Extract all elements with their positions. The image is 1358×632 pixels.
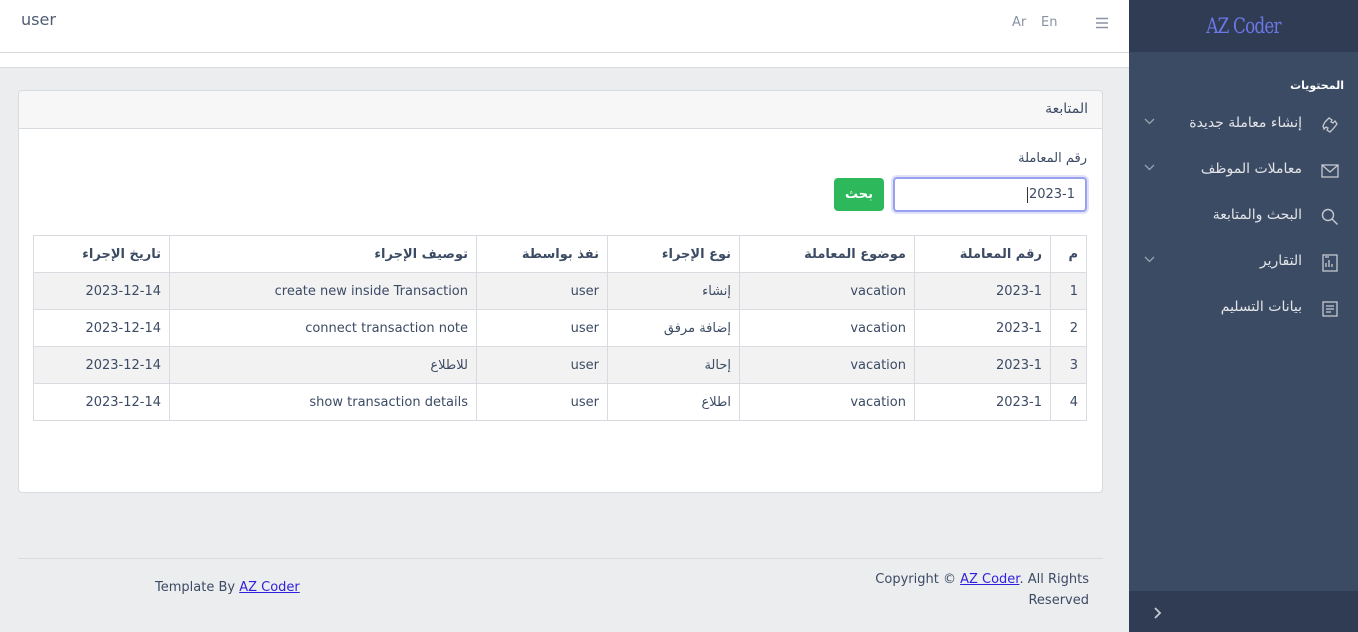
cell: user xyxy=(476,346,608,384)
chevron-down-icon xyxy=(1143,253,1155,265)
cell: 2023-1 xyxy=(914,272,1051,310)
envelope-icon xyxy=(1320,161,1340,181)
copyright-prefix: Copyright © xyxy=(875,572,961,587)
sidebar-item-label: معاملات الموظف xyxy=(1200,161,1302,177)
copyright-suffix: . All Rights Reserved xyxy=(1019,572,1089,608)
copyright: Copyright © AZ Coder. All Rights Reserve… xyxy=(859,569,1089,611)
chevron-down-icon xyxy=(1143,161,1155,173)
transaction-number-input[interactable]: 2023-1 xyxy=(893,177,1087,212)
cell: 2023-12-14 xyxy=(33,272,170,310)
cell: vacation xyxy=(739,346,915,384)
sidebar-item-reports[interactable]: التقارير xyxy=(1129,240,1358,286)
col-header: موضوع المعاملة xyxy=(739,235,915,273)
sidebar-minimizer[interactable] xyxy=(1129,591,1358,632)
brand-logo: AZ Coder xyxy=(1206,14,1281,38)
top-header: user Ar En xyxy=(0,0,1129,53)
cell: للاطلاع xyxy=(169,346,477,384)
table-row: 4 2023-1 vacation اطلاع user show transa… xyxy=(33,383,1087,421)
col-header: م xyxy=(1050,235,1087,273)
col-header: نوع الإجراء xyxy=(607,235,740,273)
sidebar: AZ Coder المحتويات إنشاء معاملة جديدة مع… xyxy=(1129,0,1358,632)
table-row: 3 2023-1 vacation إحالة user للاطلاع 202… xyxy=(33,346,1087,384)
cell: إضافة مرفق xyxy=(607,309,740,347)
cell: 2 xyxy=(1050,309,1087,347)
cell: user xyxy=(476,272,608,310)
cell: 4 xyxy=(1050,383,1087,421)
cell: 2023-12-14 xyxy=(33,383,170,421)
copyright-link[interactable]: AZ Coder xyxy=(960,572,1019,587)
sidebar-item-search-tracking[interactable]: البحث والمتابعة xyxy=(1129,194,1358,240)
chevron-down-icon xyxy=(1143,115,1155,127)
cell: vacation xyxy=(739,272,915,310)
report-icon xyxy=(1320,253,1340,273)
template-prefix: Template By xyxy=(155,580,240,595)
template-link[interactable]: AZ Coder xyxy=(239,580,300,595)
cell: 2023-12-14 xyxy=(33,346,170,384)
brand[interactable]: AZ Coder xyxy=(1129,0,1358,52)
cell: 1 xyxy=(1050,272,1087,310)
col-header: نفذ بواسطة xyxy=(476,235,608,273)
cell: اطلاع xyxy=(607,383,740,421)
template-credit: Template By AZ Coder xyxy=(155,580,300,595)
sidebar-item-employee-transactions[interactable]: معاملات الموظف xyxy=(1129,148,1358,194)
page-footer: Template By AZ Coder Copyright © AZ Code… xyxy=(18,558,1103,632)
card-title: المتابعة xyxy=(19,91,1102,129)
col-header: رقم المعاملة xyxy=(914,235,1051,273)
sidebar-item-new-transaction[interactable]: إنشاء معاملة جديدة xyxy=(1129,102,1358,148)
col-header: توصيف الإجراء xyxy=(169,235,477,273)
tracking-table: م رقم المعاملة موضوع المعاملة نوع الإجرا… xyxy=(33,235,1087,421)
user-name[interactable]: user xyxy=(21,10,56,29)
table-header-row: م رقم المعاملة موضوع المعاملة نوع الإجرا… xyxy=(33,235,1087,273)
nav-section-title: المحتويات xyxy=(1290,79,1344,92)
document-icon xyxy=(1320,299,1340,319)
sidebar-item-label: بيانات التسليم xyxy=(1220,299,1302,315)
cell: 2023-1 xyxy=(914,383,1051,421)
sidebar-item-label: التقارير xyxy=(1259,253,1302,269)
cell: create new inside Transaction xyxy=(169,272,477,310)
table-row: 1 2023-1 vacation إنشاء user create new … xyxy=(33,272,1087,310)
puzzle-icon xyxy=(1320,115,1340,135)
col-header: تاريخ الإجراء xyxy=(33,235,170,273)
sidebar-item-delivery-data[interactable]: بيانات التسليم xyxy=(1129,286,1358,332)
cell: 2023-1 xyxy=(914,309,1051,347)
cell: user xyxy=(476,383,608,421)
search-button[interactable]: بحث xyxy=(834,178,884,211)
chevron-right-icon xyxy=(1151,605,1165,619)
search-icon xyxy=(1320,207,1340,227)
cell: user xyxy=(476,309,608,347)
cell: 2023-12-14 xyxy=(33,309,170,347)
cell: vacation xyxy=(739,309,915,347)
sidebar-item-label: البحث والمتابعة xyxy=(1212,207,1302,223)
text-cursor xyxy=(1026,186,1028,203)
cell: إنشاء xyxy=(607,272,740,310)
hamburger-icon[interactable] xyxy=(1095,15,1109,29)
cell: vacation xyxy=(739,383,915,421)
cell: 3 xyxy=(1050,346,1087,384)
input-value: 2023-1 xyxy=(1028,187,1075,202)
cell: show transaction details xyxy=(169,383,477,421)
cell: 2023-1 xyxy=(914,346,1051,384)
cell: إحالة xyxy=(607,346,740,384)
tracking-card: المتابعة رقم المعاملة 2023-1 بحث م رقم ا… xyxy=(18,90,1103,493)
lang-ar-link[interactable]: Ar xyxy=(1012,15,1026,30)
sidebar-item-label: إنشاء معاملة جديدة xyxy=(1189,115,1302,131)
lang-en-link[interactable]: En xyxy=(1041,15,1057,30)
transaction-number-label: رقم المعاملة xyxy=(1018,151,1087,166)
cell: connect transaction note xyxy=(169,309,477,347)
subheader xyxy=(0,53,1129,68)
table-row: 2 2023-1 vacation إضافة مرفق user connec… xyxy=(33,309,1087,347)
